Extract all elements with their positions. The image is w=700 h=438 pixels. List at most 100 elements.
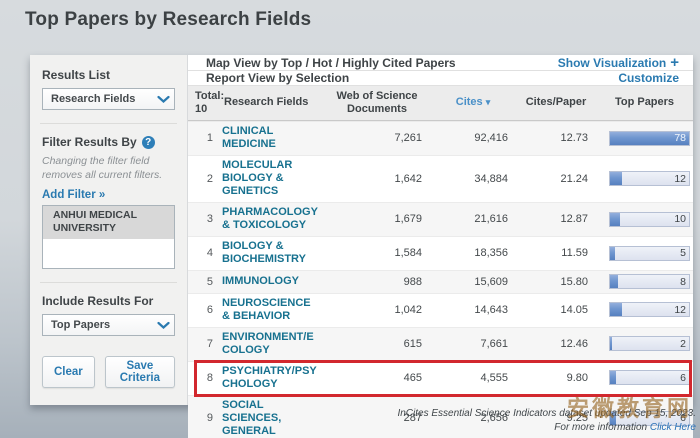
cites-value: 92,416 — [430, 132, 516, 144]
col-header-research-fields[interactable]: Research Fields — [222, 96, 324, 109]
research-field-link[interactable]: BIOLOGY & BIOCHEMISTRY — [222, 240, 324, 266]
cites-per-paper-value: 14.05 — [516, 304, 596, 316]
top-papers-value: 78 — [674, 132, 686, 144]
include-results-select[interactable]: Top Papers — [42, 314, 175, 336]
bar-track: 12 — [609, 302, 690, 317]
top-papers-value: 12 — [674, 304, 686, 316]
results-list-select[interactable]: Research Fields — [42, 88, 175, 110]
cites-per-paper-value: 15.80 — [516, 276, 596, 288]
top-papers-bar: 2 — [596, 336, 693, 351]
chevron-down-icon — [157, 321, 170, 330]
add-filter-link[interactable]: Add Filter » — [42, 189, 175, 201]
filter-listbox[interactable]: ANHUI MEDICAL UNIVERSITY — [42, 205, 175, 269]
col-header-cites-per-paper[interactable]: Cites/Paper — [516, 96, 596, 109]
report-view-title: Report View by Selection — [206, 71, 349, 85]
results-list-value: Research Fields — [51, 93, 135, 105]
cites-per-paper-value: 12.73 — [516, 132, 596, 144]
research-field-link[interactable]: SOCIAL SCIENCES, GENERAL — [222, 399, 324, 438]
research-field-link[interactable]: NEUROSCIENCE & BEHAVIOR — [222, 297, 324, 323]
map-view-title: Map View by Top / Hot / Highly Cited Pap… — [206, 56, 456, 70]
include-results-value: Top Papers — [51, 319, 110, 331]
top-papers-bar: 12 — [596, 171, 693, 186]
customize-link[interactable]: Customize — [618, 71, 679, 85]
table-body: 1CLINICAL MEDICINE7,26192,41612.73782MOL… — [188, 121, 693, 438]
cites-value: 34,884 — [430, 173, 516, 185]
filter-note: Changing the filter field removes all cu… — [42, 155, 175, 182]
bar-track: 12 — [609, 171, 690, 186]
top-papers-value: 2 — [680, 338, 686, 350]
research-field-link[interactable]: IMMUNOLOGY — [222, 275, 324, 288]
footer-more-info: For more information — [554, 422, 650, 433]
cites-per-paper-value: 12.46 — [516, 338, 596, 350]
wos-documents-value: 988 — [324, 276, 430, 288]
bar-fill — [610, 371, 616, 384]
wos-documents-value: 1,679 — [324, 213, 430, 225]
wos-documents-value: 1,642 — [324, 173, 430, 185]
bar-track: 10 — [609, 212, 690, 227]
top-papers-bar: 5 — [596, 246, 693, 261]
row-rank: 6 — [188, 304, 222, 316]
row-rank: 5 — [188, 276, 222, 288]
bar-track: 8 — [609, 274, 690, 289]
top-papers-bar: 10 — [596, 212, 693, 227]
bar-track: 2 — [609, 336, 690, 351]
total-header: Total: 10 — [188, 90, 222, 115]
bar-fill — [610, 172, 622, 185]
show-visualization-link[interactable]: Show Visualization + — [558, 55, 679, 70]
table-row: 2MOLECULAR BIOLOGY & GENETICS1,64234,884… — [188, 155, 693, 202]
table-row: 8PSYCHIATRY/PSYCHOLOGY4654,5559.806 — [188, 361, 693, 395]
table-row: 7ENVIRONMENT/ECOLOGY6157,66112.462 — [188, 327, 693, 361]
research-field-link[interactable]: PHARMACOLOGY & TOXICOLOGY — [222, 206, 324, 232]
top-papers-bar: 78 — [596, 131, 693, 146]
sort-desc-icon: ▾ — [486, 97, 491, 107]
bar-track: 5 — [609, 246, 690, 261]
research-field-link[interactable]: MOLECULAR BIOLOGY & GENETICS — [222, 159, 324, 198]
filter-option-selected[interactable]: ANHUI MEDICAL UNIVERSITY — [43, 206, 174, 238]
bar-fill — [610, 275, 618, 288]
row-rank: 9 — [188, 412, 222, 424]
table-row: 6NEUROSCIENCE & BEHAVIOR1,04214,64314.05… — [188, 293, 693, 327]
row-rank: 1 — [188, 132, 222, 144]
cites-value: 21,616 — [430, 213, 516, 225]
chevron-down-icon — [157, 95, 170, 104]
col-header-wos-documents[interactable]: Web of Science Documents — [324, 90, 430, 115]
research-field-link[interactable]: PSYCHIATRY/PSYCHOLOGY — [222, 365, 324, 391]
table-header: Total: 10 Research Fields Web of Science… — [188, 86, 693, 121]
cites-value: 4,555 — [430, 372, 516, 384]
plus-icon: + — [670, 55, 679, 70]
filter-results-by-label: Filter Results By — [42, 135, 137, 149]
click-here-link[interactable]: Click Here — [650, 422, 696, 433]
cites-value: 14,643 — [430, 304, 516, 316]
wos-documents-value: 465 — [324, 372, 430, 384]
table-row: 4BIOLOGY & BIOCHEMISTRY1,58418,35611.595 — [188, 236, 693, 270]
help-icon[interactable]: ? — [142, 136, 155, 149]
col-header-cites[interactable]: Cites ▾ — [430, 96, 516, 109]
top-papers-value: 6 — [680, 372, 686, 384]
row-rank: 2 — [188, 173, 222, 185]
wos-documents-value: 1,042 — [324, 304, 430, 316]
include-results-label: Include Results For — [42, 294, 175, 308]
top-papers-value: 8 — [680, 276, 686, 288]
bar-track: 78 — [609, 131, 690, 146]
bar-track: 6 — [609, 370, 690, 385]
row-rank: 8 — [188, 372, 222, 384]
divider — [40, 123, 177, 124]
research-field-link[interactable]: ENVIRONMENT/ECOLOGY — [222, 331, 324, 357]
wos-documents-value: 7,261 — [324, 132, 430, 144]
row-rank: 4 — [188, 247, 222, 259]
research-field-link[interactable]: CLINICAL MEDICINE — [222, 125, 324, 151]
show-visualization-label: Show Visualization — [558, 56, 666, 70]
bar-fill — [610, 247, 615, 260]
row-rank: 7 — [188, 338, 222, 350]
row-rank: 3 — [188, 213, 222, 225]
cites-per-paper-value: 12.87 — [516, 213, 596, 225]
top-papers-value: 10 — [674, 213, 686, 225]
save-criteria-button[interactable]: Save Criteria — [105, 356, 175, 388]
table-row: 3PHARMACOLOGY & TOXICOLOGY1,67921,61612.… — [188, 202, 693, 236]
divider — [40, 282, 177, 283]
cites-value: 15,609 — [430, 276, 516, 288]
main-content: Map View by Top / Hot / Highly Cited Pap… — [188, 55, 693, 405]
footer: InCites Essential Science Indicators dat… — [397, 407, 696, 434]
col-header-top-papers[interactable]: Top Papers — [596, 96, 693, 109]
clear-button[interactable]: Clear — [42, 356, 95, 388]
